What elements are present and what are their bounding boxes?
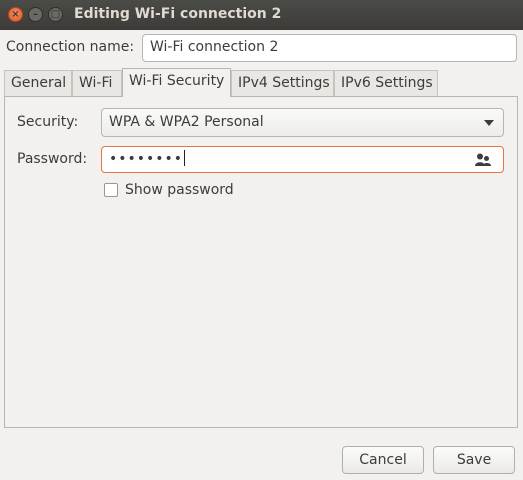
window-title: Editing Wi-Fi connection 2 (74, 6, 282, 22)
password-input[interactable]: •••••••• (101, 146, 504, 173)
tab-ipv6-settings[interactable]: IPv6 Settings (334, 70, 438, 96)
dropdown-arrow-icon (484, 120, 494, 126)
password-masked-value: •••••••• (109, 151, 184, 167)
connection-name-label: Connection name: (6, 39, 135, 55)
text-cursor (184, 150, 186, 166)
minimize-window-button[interactable]: – (28, 7, 43, 22)
tab-wifi[interactable]: Wi-Fi (72, 70, 122, 96)
close-window-button[interactable]: × (8, 7, 23, 22)
close-icon: × (11, 8, 20, 20)
title-bar: × – □ Editing Wi-Fi connection 2 (0, 0, 523, 30)
connection-name-input[interactable]: Wi-Fi connection 2 (142, 34, 517, 62)
security-selected-value: WPA & WPA2 Personal (109, 114, 264, 130)
minimize-icon: – (33, 8, 38, 20)
security-dropdown[interactable]: WPA & WPA2 Personal (101, 108, 504, 137)
people-icon[interactable] (475, 153, 491, 167)
tab-general[interactable]: General (4, 70, 72, 96)
show-password-checkbox[interactable] (104, 183, 118, 197)
password-label: Password: (17, 151, 88, 167)
maximize-window-button[interactable]: □ (48, 7, 63, 22)
cancel-button[interactable]: Cancel (342, 446, 424, 474)
security-label: Security: (17, 114, 79, 130)
tab-wifi-security[interactable]: Wi-Fi Security (122, 68, 231, 97)
save-button[interactable]: Save (433, 446, 515, 474)
tab-ipv4-settings[interactable]: IPv4 Settings (231, 70, 334, 96)
show-password-label[interactable]: Show password (125, 182, 234, 198)
maximize-icon: □ (50, 8, 61, 20)
